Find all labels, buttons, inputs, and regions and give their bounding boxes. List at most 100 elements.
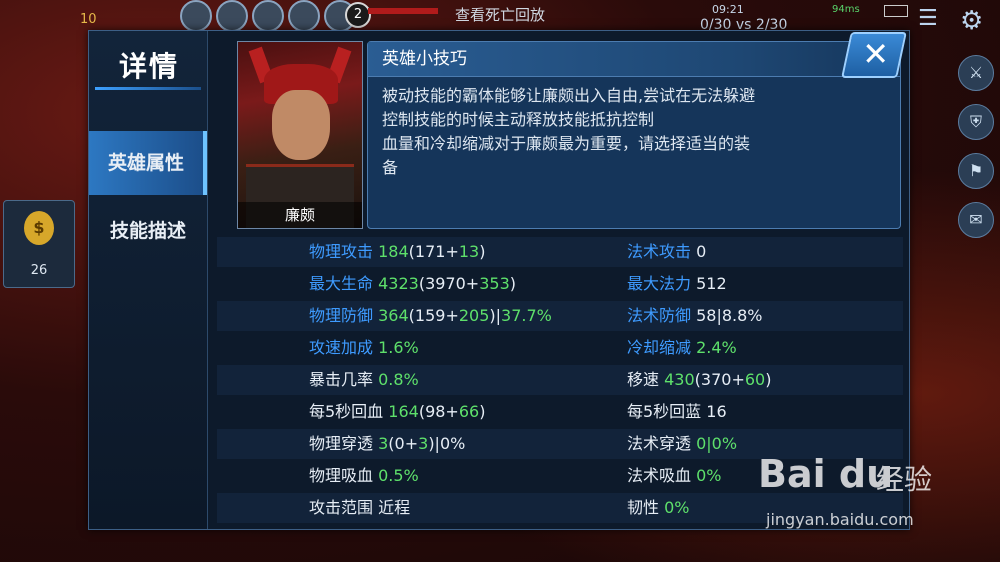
stat-value: 3 [418,434,429,453]
stat-label: 攻击范围 [309,498,374,517]
gold-amount: 26 [30,263,48,278]
stat-cell: 移速 430(370+60) [627,365,771,395]
stat-value: 近程 [378,498,411,517]
ally-portrait [252,0,284,32]
stat-cell: 法术攻击 0 [627,237,706,267]
tips-line: 备 [382,158,399,177]
stat-value: 205 [458,306,490,325]
stat-cell: 每5秒回蓝 16 [627,397,727,427]
stat-value: (370+ [694,370,745,389]
stat-cell: 每5秒回血 164(98+66) [309,397,485,427]
watermark-cn: 经验 [876,463,933,496]
battery-icon [884,5,908,17]
stat-value: )|0% [428,434,466,453]
stat-cell: 法术防御 58|8.8% [627,301,763,331]
ally-portrait [288,0,320,32]
panel-sidebar: 详情 英雄属性 技能描述 [89,31,208,529]
close-icon: ✕ [862,35,890,73]
stat-label: 物理攻击 [309,242,374,261]
stat-value: 0.8% [378,370,419,389]
death-replay-button[interactable]: 查看死亡回放 [440,4,560,25]
flag-icon[interactable]: ⚑ [958,153,994,189]
tips-title: 英雄小技巧 [382,49,467,69]
ping-indicator: 94ms [832,4,860,15]
stat-value: 184 [378,242,409,261]
stat-value: 60 [744,370,766,389]
tab-skill-description[interactable]: 技能描述 [89,199,207,263]
ally-portrait [216,0,248,32]
tips-header: 英雄小技巧 [368,42,900,77]
stat-row: 最大生命 4323(3970+353) 最大法力 512 [217,269,903,299]
clock: 09:21 [712,3,744,16]
stat-label: 法术吸血 [627,466,692,485]
tab-hero-attributes[interactable]: 英雄属性 [89,131,207,195]
stat-row: 每5秒回血 164(98+66) 每5秒回蓝 16 [217,397,903,427]
stat-value: 353 [479,274,510,293]
stat-value: 66 [458,402,480,421]
stat-cell: 物理吸血 0.5% [309,461,419,491]
panel-title: 详情 [118,50,179,83]
stat-value: 0% [696,466,722,485]
stat-label: 冷却缩减 [627,338,692,357]
stat-value: (0+ [388,434,419,453]
stat-row: 物理攻击 184(171+13) 法术攻击 0 [217,237,903,267]
tips-line: 控制技能的时候主动释放技能抵抗控制 [382,110,655,129]
stat-cell: 攻速加成 1.6% [309,333,419,363]
gold-shop[interactable]: $ 26 [3,200,75,288]
watermark: Bai du 经验 jingyan.baidu.com [758,452,958,542]
shield-icon[interactable]: ⛨ [958,104,994,140]
stat-value: 0% [664,498,690,517]
chat-icon[interactable]: ✉ [958,202,994,238]
stat-label: 韧性 [627,498,660,517]
stat-cell: 暴击几率 0.8% [309,365,419,395]
stat-cell: 韧性 0% [627,493,690,523]
stat-value: 512 [696,274,727,293]
stat-value: 430 [664,370,695,389]
menu-icon[interactable]: ☰ [918,8,944,30]
hp-bar [368,8,438,14]
stat-cell: 攻击范围 近程 [309,493,410,523]
stat-value: 13 [458,242,480,261]
stat-value: ) [765,370,772,389]
stat-label: 最大法力 [627,274,692,293]
stat-value: 4323 [378,274,419,293]
stat-value: 364 [378,306,409,325]
hero-portrait: 廉颇 [237,41,363,229]
stat-value: 3 [378,434,389,453]
stat-cell: 物理防御 364(159+205)|37.7% [309,301,552,331]
stat-value: 37.7% [501,306,552,325]
stat-label: 暴击几率 [309,370,374,389]
hero-art [272,90,330,160]
stat-label: 物理防御 [309,306,374,325]
stat-cell: 法术穿透 0|0% [627,429,737,459]
stat-value: ) [479,242,486,261]
skill-level-badge: 2 [345,2,371,28]
ally-portrait [180,0,212,32]
stat-value: (3970+ [418,274,480,293]
stat-value: ) [509,274,516,293]
stat-label: 最大生命 [309,274,374,293]
sword-icon[interactable]: ⚔ [958,55,994,91]
stat-value: 0|0% [696,434,738,453]
stat-label: 法术穿透 [627,434,692,453]
team-portraits [180,0,356,32]
money-bag-icon: $ [24,211,54,245]
stat-row: 物理防御 364(159+205)|37.7% 法术防御 58|8.8% [217,301,903,331]
stat-value: 16 [706,402,727,421]
gear-icon[interactable]: ⚙ [960,6,990,36]
stat-label: 物理穿透 [309,434,374,453]
stat-cell: 最大生命 4323(3970+353) [309,269,516,299]
stat-cell: 物理穿透 3(0+3)|0% [309,429,465,459]
stat-label: 法术防御 [627,306,692,325]
stat-row: 攻速加成 1.6% 冷却缩减 2.4% [217,333,903,363]
stat-value: 164 [388,402,419,421]
stat-label: 攻速加成 [309,338,374,357]
stat-value: 1.6% [378,338,419,357]
stat-value: )| [489,306,502,325]
side-toolbar: ⚔ ⛨ ⚑ ✉ [958,55,994,251]
close-button[interactable]: ✕ [841,32,907,78]
stat-label: 物理吸血 [309,466,374,485]
level-badge: 10 [80,12,97,27]
stat-value: (171+ [408,242,459,261]
tips-line: 被动技能的霸体能够让廉颇出入自由,尝试在无法躲避 [382,86,756,105]
